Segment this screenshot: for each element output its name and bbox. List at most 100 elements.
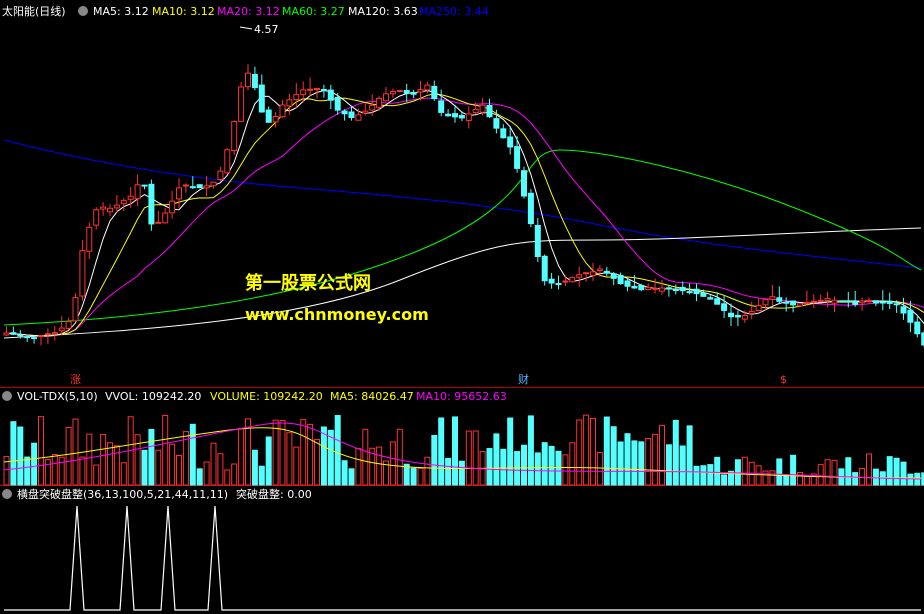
candle-body[interactable] <box>127 195 134 200</box>
candle-body[interactable] <box>445 113 452 117</box>
candle-body[interactable] <box>113 204 120 209</box>
candle-body[interactable] <box>341 110 348 115</box>
candle-body[interactable] <box>555 283 562 286</box>
collapse-circle-icon[interactable] <box>2 489 12 499</box>
volume-bar[interactable] <box>3 456 10 486</box>
candle-body[interactable] <box>562 280 569 283</box>
candle-body[interactable] <box>286 99 293 107</box>
candle-body[interactable] <box>783 301 790 304</box>
candle-body[interactable] <box>238 86 245 122</box>
volume-bar[interactable] <box>120 462 127 486</box>
volume-bar[interactable] <box>355 448 362 486</box>
candle-body[interactable] <box>879 301 886 304</box>
candle-body[interactable] <box>134 184 141 200</box>
candle-body[interactable] <box>900 306 907 314</box>
candle-body[interactable] <box>224 149 231 174</box>
volume-bar[interactable] <box>410 467 417 486</box>
candle-body[interactable] <box>410 91 417 95</box>
candle-body[interactable] <box>541 255 548 282</box>
candle-body[interactable] <box>886 300 893 304</box>
volume-bar[interactable] <box>845 457 852 486</box>
volume-bar[interactable] <box>389 441 396 486</box>
candle-body[interactable] <box>576 274 583 278</box>
candle-body[interactable] <box>493 118 500 129</box>
volume-bar[interactable] <box>762 470 769 486</box>
candle-body[interactable] <box>162 212 169 224</box>
volume-bar[interactable] <box>652 433 659 486</box>
volume-bar[interactable] <box>320 426 327 486</box>
volume-bar[interactable] <box>596 451 603 486</box>
volume-bar[interactable] <box>755 465 762 486</box>
candle-body[interactable] <box>907 309 914 323</box>
candle-body[interactable] <box>3 332 10 336</box>
volume-bar[interactable] <box>472 430 479 486</box>
candle-body[interactable] <box>320 88 327 91</box>
volume-bar[interactable] <box>238 427 245 486</box>
volume-bar[interactable] <box>900 461 907 486</box>
candle-body[interactable] <box>790 300 797 306</box>
candle-body[interactable] <box>355 114 362 121</box>
volume-bar[interactable] <box>721 474 728 486</box>
volume-bar[interactable] <box>334 415 341 486</box>
candle-body[interactable] <box>465 113 472 121</box>
candle-body[interactable] <box>748 310 755 315</box>
volume-bar[interactable] <box>576 419 583 486</box>
volume-bar[interactable] <box>300 419 307 486</box>
volume-bar[interactable] <box>569 442 576 486</box>
volume-bar[interactable] <box>645 437 652 486</box>
candle-body[interactable] <box>776 297 783 302</box>
candle-body[interactable] <box>258 84 265 113</box>
volume-bar[interactable] <box>679 445 686 486</box>
volume-bar[interactable] <box>769 470 776 486</box>
volume-bar[interactable] <box>541 442 548 486</box>
candle-body[interactable] <box>300 89 307 96</box>
candle-body[interactable] <box>51 332 58 335</box>
volume-bar[interactable] <box>265 436 272 486</box>
candle-body[interactable] <box>44 333 51 336</box>
candle-body[interactable] <box>645 286 652 290</box>
candle-body[interactable] <box>438 100 445 113</box>
volume-bar[interactable] <box>86 433 93 486</box>
candle-body[interactable] <box>431 85 438 100</box>
candle-body[interactable] <box>590 271 596 276</box>
volume-bar[interactable] <box>148 428 155 486</box>
volume-bar[interactable] <box>38 416 44 486</box>
candle-body[interactable] <box>245 72 251 88</box>
volume-bar[interactable] <box>107 442 113 486</box>
candle-body[interactable] <box>714 298 721 305</box>
candle-body[interactable] <box>734 314 741 318</box>
candle-body[interactable] <box>38 335 44 338</box>
volume-bar[interactable] <box>624 433 631 486</box>
candle-body[interactable] <box>866 299 872 302</box>
volume-bar[interactable] <box>113 445 120 486</box>
candle-body[interactable] <box>10 332 17 335</box>
volume-bar[interactable] <box>610 426 617 486</box>
candle-body[interactable] <box>452 113 458 118</box>
volume-bar[interactable] <box>824 459 831 486</box>
volume-bar[interactable] <box>817 464 824 486</box>
candle-body[interactable] <box>396 90 403 93</box>
volume-bar[interactable] <box>58 456 65 486</box>
candle-body[interactable] <box>769 296 776 300</box>
candle-body[interactable] <box>914 321 921 335</box>
candle-body[interactable] <box>272 116 279 123</box>
candle-body[interactable] <box>120 200 127 205</box>
candle-body[interactable] <box>548 278 555 284</box>
volume-bar[interactable] <box>603 416 610 486</box>
volume-bar[interactable] <box>155 449 162 486</box>
candle-body[interactable] <box>838 300 845 303</box>
volume-bar[interactable] <box>376 446 383 486</box>
volume-bar[interactable] <box>672 419 679 486</box>
volume-bar[interactable] <box>65 426 72 486</box>
collapse-circle-icon[interactable] <box>78 6 88 16</box>
candle-body[interactable] <box>845 300 852 303</box>
volume-bar[interactable] <box>693 465 700 486</box>
candle-body[interactable] <box>514 146 521 169</box>
candle-body[interactable] <box>251 73 258 89</box>
volume-bar[interactable] <box>327 429 334 486</box>
volume-bar[interactable] <box>907 473 914 486</box>
candle-body[interactable] <box>58 327 65 332</box>
volume-bar[interactable] <box>493 433 500 486</box>
candle-body[interactable] <box>527 192 534 225</box>
volume-bar[interactable] <box>831 459 838 486</box>
